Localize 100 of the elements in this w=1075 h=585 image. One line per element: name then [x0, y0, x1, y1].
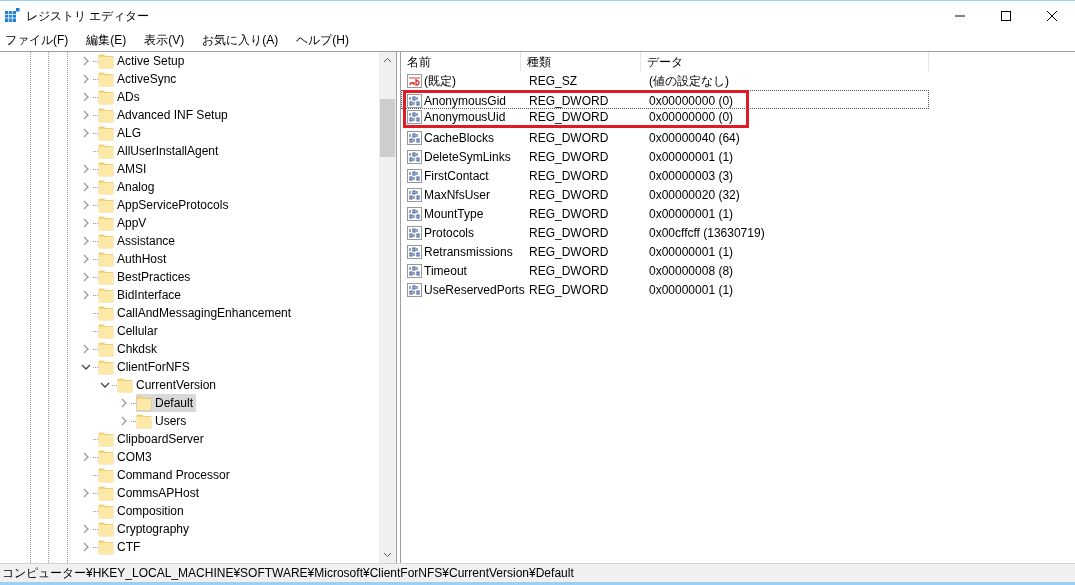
binary-value-icon [407, 109, 423, 125]
value-name: FirstContact [424, 167, 489, 185]
tree-item[interactable]: ClientForNFS [98, 358, 193, 376]
folder-icon [98, 251, 114, 267]
tree-item[interactable]: Active Setup [98, 52, 188, 70]
folder-icon [98, 107, 114, 123]
column-header[interactable]: 名前 [401, 52, 521, 71]
value-type: REG_DWORD [529, 167, 610, 185]
value-row[interactable]: CacheBlocks REG_DWORD 0x00000040 (64) [401, 128, 929, 147]
binary-value-icon [407, 224, 423, 241]
folder-icon [98, 53, 114, 69]
tree-item[interactable]: Advanced INF Setup [98, 106, 231, 124]
folder-icon [98, 161, 114, 177]
folder-icon [98, 341, 114, 357]
binary-value-icon [407, 205, 423, 222]
menu-item[interactable]: 編集(E) [83, 31, 130, 49]
value-name: Timeout [424, 262, 467, 280]
tree-item[interactable]: Default [136, 394, 197, 412]
string-value-icon [407, 72, 423, 89]
tree-item[interactable]: CommsAPHost [98, 484, 202, 502]
tree-item[interactable]: Assistance [98, 232, 179, 250]
value-type: REG_DWORD [529, 224, 610, 242]
tree-item[interactable]: ClipboardServer [98, 430, 207, 448]
value-data: 0x00000008 (8) [649, 262, 734, 280]
value-type: REG_SZ [529, 72, 578, 90]
value-row[interactable]: Retransmissions REG_DWORD 0x00000001 (1) [401, 242, 929, 261]
tree-item[interactable]: BidInterface [98, 286, 185, 304]
tree-item[interactable]: ActiveSync [98, 70, 180, 88]
value-row[interactable]: MaxNfsUser REG_DWORD 0x00000020 (32) [401, 185, 929, 204]
tree-item[interactable]: Users [136, 412, 190, 430]
value-data: 0x00000001 (1) [649, 205, 734, 223]
value-row[interactable]: Timeout REG_DWORD 0x00000008 (8) [401, 261, 929, 280]
tree-item[interactable]: ALG [98, 124, 144, 142]
tree-item[interactable]: Command Processor [98, 466, 233, 484]
tree-item[interactable]: AppServiceProtocols [98, 196, 232, 214]
status-path: コンピューター¥HKEY_LOCAL_MACHINE¥SOFTWARE¥Microsoft¥ClientForNFS¥CurrentVersion¥Default [1, 565, 574, 582]
value-row[interactable]: UseReservedPorts REG_DWORD 0x00000001 (1) [401, 280, 929, 299]
menu-item[interactable]: ヘルプ(H) [293, 31, 352, 49]
column-header[interactable]: 種類 [521, 52, 641, 71]
close-icon [1047, 10, 1057, 21]
binary-value-icon [407, 186, 423, 203]
tree-item[interactable]: Cryptography [98, 520, 193, 538]
value-data: 0x00000001 (1) [649, 243, 734, 261]
menu-item[interactable]: ファイル(F) [2, 31, 72, 49]
folder-icon [98, 323, 114, 339]
app-icon [5, 8, 20, 23]
value-row[interactable]: (既定) REG_SZ (値の設定なし) [401, 71, 929, 90]
value-data: 0x00000000 (0) [649, 93, 734, 110]
value-row[interactable]: AnonymousUid REG_DWORD 0x00000000 (0) [401, 109, 929, 128]
tree-item[interactable]: COM3 [98, 448, 155, 466]
folder-icon [98, 125, 114, 141]
binary-value-icon [407, 148, 423, 165]
menu-item[interactable]: お気に入り(A) [199, 31, 282, 49]
folder-icon [136, 413, 152, 429]
folder-icon [98, 521, 114, 537]
folder-icon [98, 287, 114, 303]
value-type: REG_DWORD [529, 262, 610, 280]
scroll-thumb[interactable] [380, 99, 395, 157]
column-header[interactable]: データ [641, 52, 929, 71]
tree-item[interactable]: AMSI [98, 160, 150, 178]
value-type: REG_DWORD [529, 281, 610, 299]
value-row[interactable]: FirstContact REG_DWORD 0x00000003 (3) [401, 166, 929, 185]
binary-value-icon [407, 93, 423, 109]
value-name: UseReservedPorts [424, 281, 525, 299]
tree-item[interactable]: Analog [98, 178, 158, 196]
value-row[interactable]: AnonymousGid REG_DWORD 0x00000000 (0) [401, 90, 929, 109]
tree-item[interactable]: CurrentVersion [117, 376, 220, 394]
folder-icon [136, 395, 152, 411]
tree-item[interactable]: ADs [98, 88, 143, 106]
tree-item[interactable]: AuthHost [98, 250, 170, 268]
binary-value-icon [407, 243, 423, 260]
tree-item[interactable]: CTF [98, 538, 144, 556]
tree-item[interactable]: BestPractices [98, 268, 194, 286]
value-type: REG_DWORD [529, 129, 610, 147]
menu-item[interactable]: 表示(V) [141, 31, 188, 49]
value-data: 0x00000020 (32) [649, 186, 740, 204]
value-data: 0x00cffcff (13630719) [649, 224, 765, 242]
value-type: REG_DWORD [529, 243, 610, 261]
value-name: CacheBlocks [424, 129, 495, 147]
tree-item[interactable]: CallAndMessagingEnhancement [98, 304, 295, 322]
folder-icon [98, 485, 114, 501]
tree-item[interactable]: AppV [98, 214, 150, 232]
scrollbar[interactable] [379, 52, 396, 563]
tree-item[interactable]: AllUserInstallAgent [98, 142, 222, 160]
tree-item[interactable]: Chkdsk [98, 340, 160, 358]
folder-icon [98, 359, 114, 375]
folder-icon [98, 71, 114, 87]
folder-icon [98, 305, 114, 321]
value-row[interactable]: DeleteSymLinks REG_DWORD 0x00000001 (1) [401, 147, 929, 166]
value-data: 0x00000001 (1) [649, 148, 734, 166]
value-data: 0x00000000 (0) [649, 109, 734, 126]
value-row[interactable]: Protocols REG_DWORD 0x00cffcff (13630719) [401, 223, 929, 242]
tree-item[interactable]: Cellular [98, 322, 161, 340]
folder-icon [98, 269, 114, 285]
folder-icon [98, 233, 114, 249]
folder-icon [98, 143, 114, 159]
value-name: AnonymousGid [424, 93, 507, 110]
value-row[interactable]: MountType REG_DWORD 0x00000001 (1) [401, 204, 929, 223]
folder-icon [98, 179, 114, 195]
tree-item[interactable]: Composition [98, 502, 187, 520]
